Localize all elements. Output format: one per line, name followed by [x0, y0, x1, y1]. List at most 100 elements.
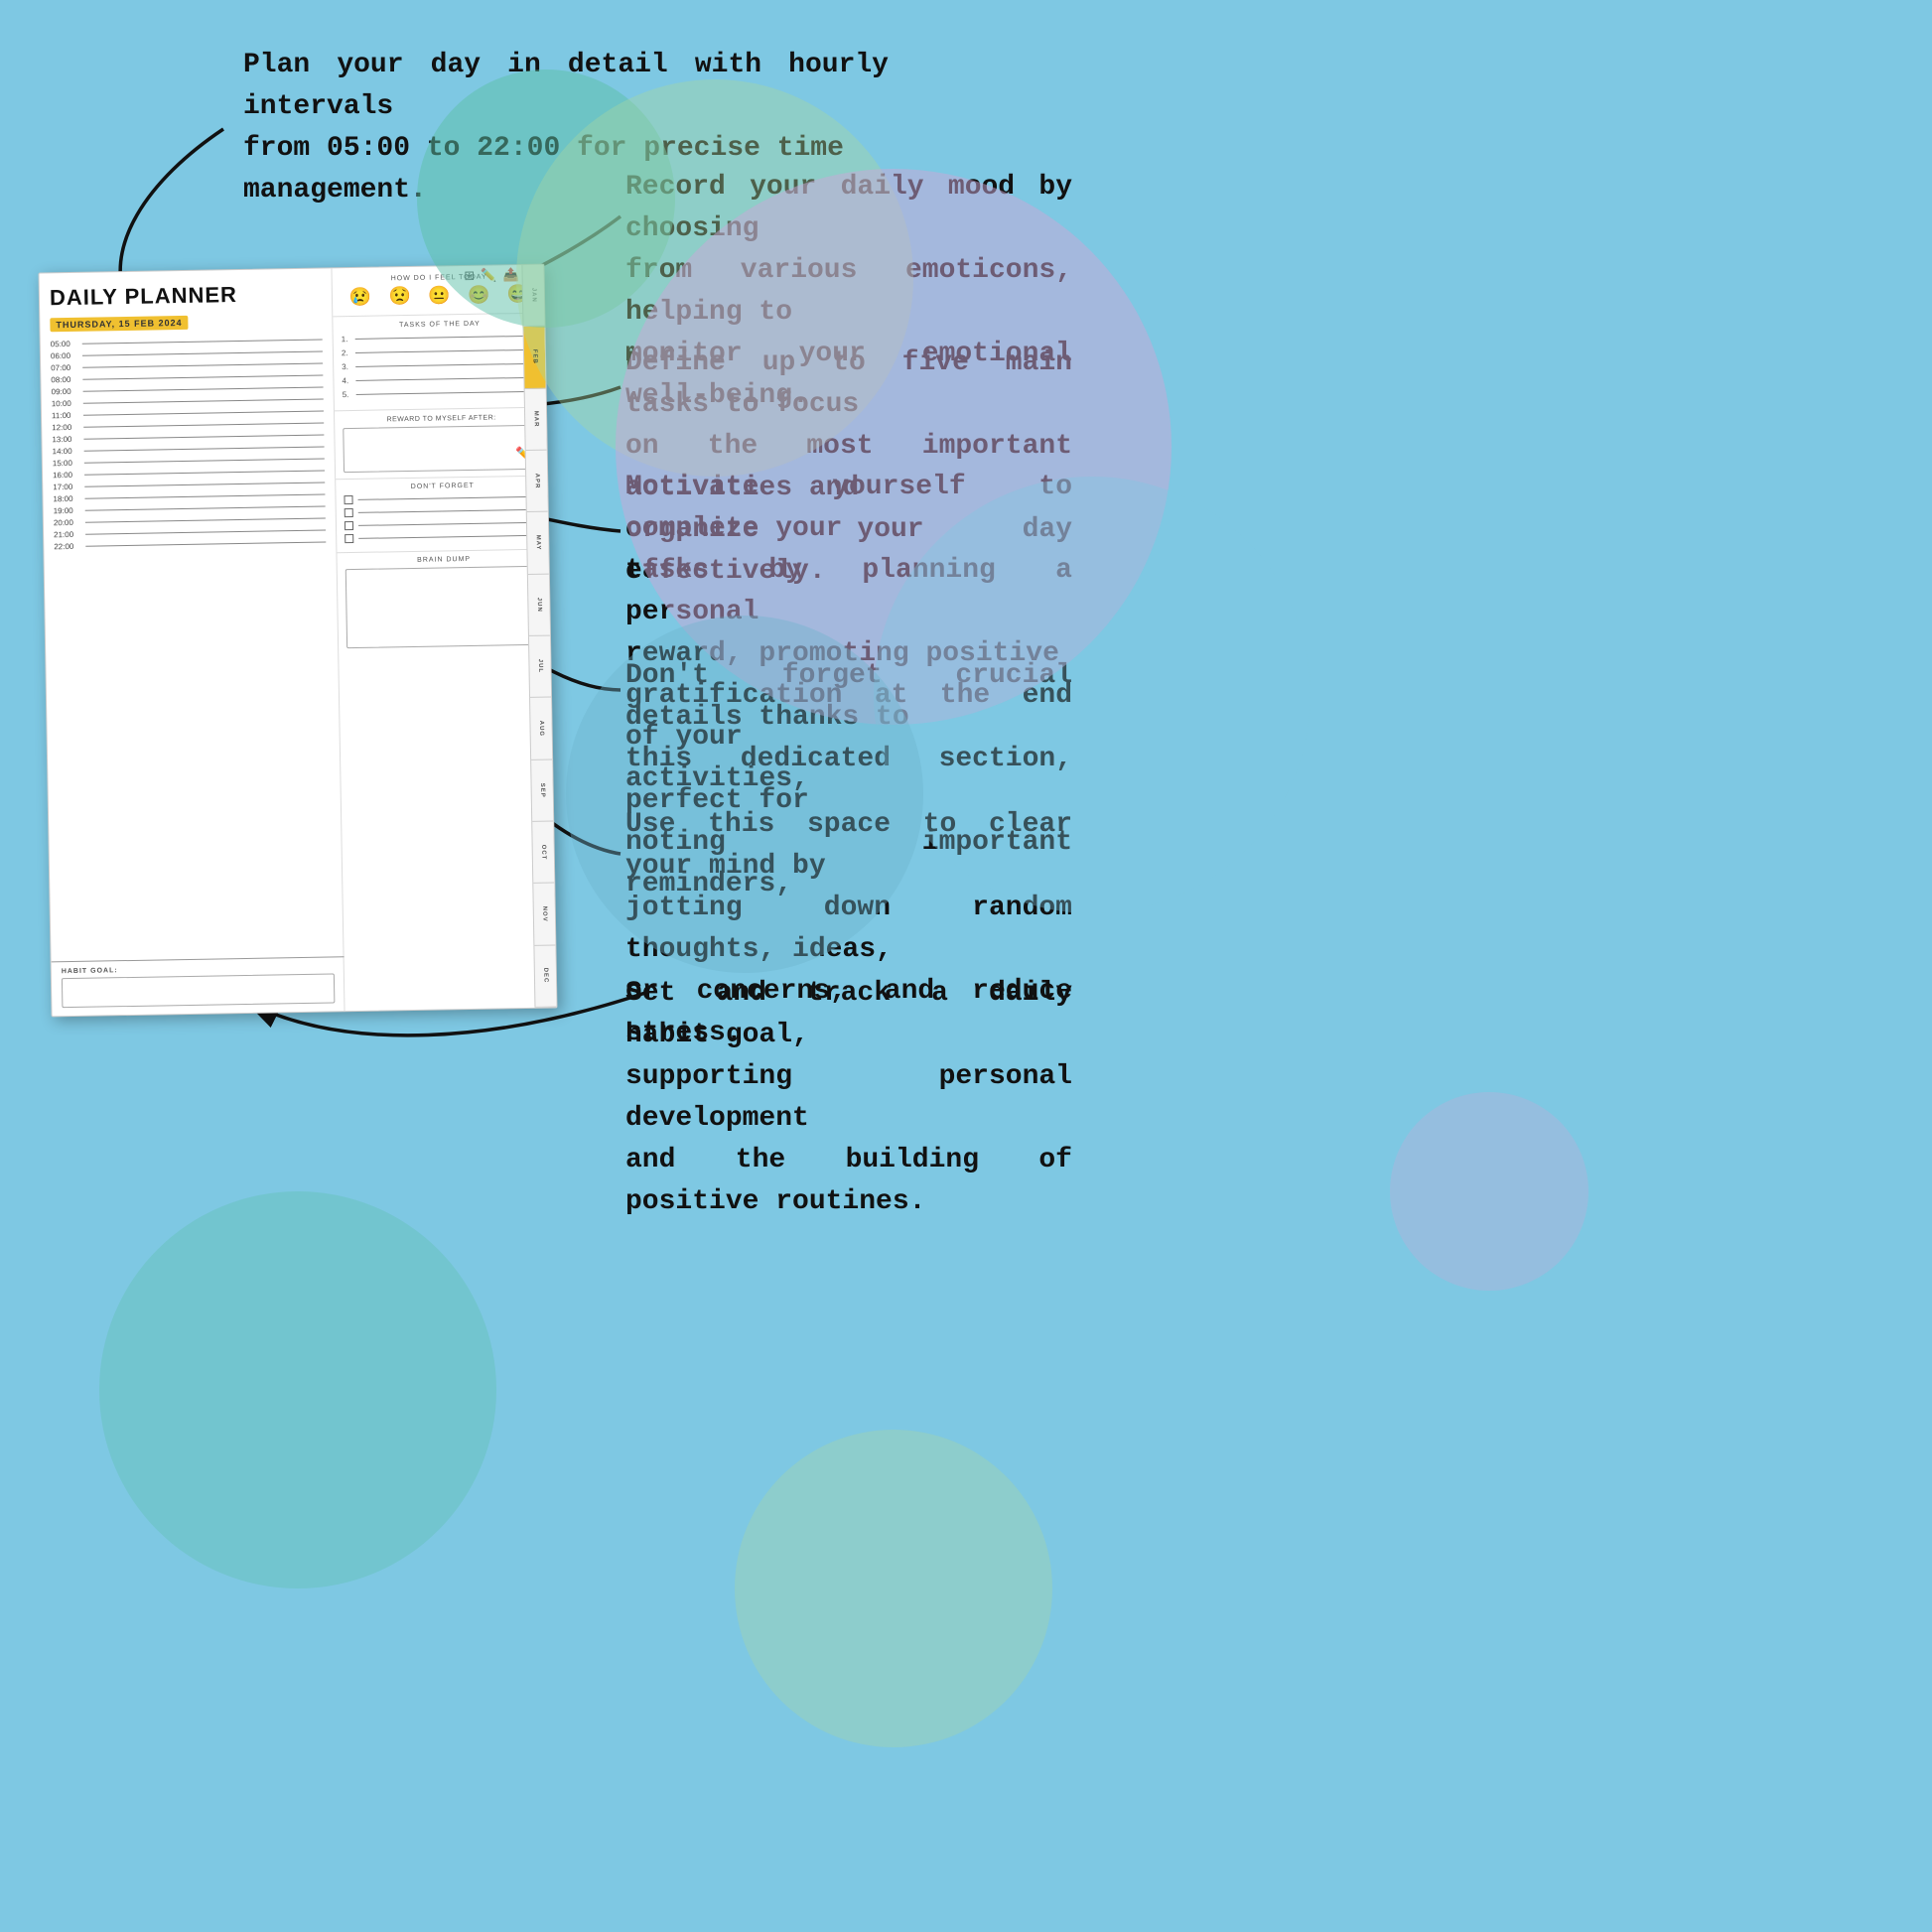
- month-tab-sep[interactable]: SEP: [531, 759, 553, 822]
- time-line: [84, 471, 325, 476]
- time-line: [85, 529, 326, 534]
- time-label: 12:00: [52, 423, 83, 433]
- month-tab-aug[interactable]: AUG: [530, 698, 552, 760]
- checkbox-line: [358, 535, 542, 539]
- time-label: 20:00: [54, 518, 85, 528]
- month-tab-oct[interactable]: OCT: [532, 821, 554, 884]
- task-line: [355, 336, 539, 340]
- task-item[interactable]: 5.: [343, 387, 540, 399]
- task-line: [355, 349, 539, 353]
- reward-label: REWARD TO MYSELF AFTER:: [343, 414, 540, 424]
- month-tab-jun[interactable]: JUN: [528, 574, 550, 636]
- time-label: 16:00: [53, 471, 84, 481]
- time-line: [84, 483, 325, 487]
- time-label: 10:00: [52, 399, 83, 409]
- month-tab-dec[interactable]: DEC: [534, 945, 556, 1008]
- task-item[interactable]: 3.: [342, 359, 539, 371]
- time-label: 22:00: [54, 542, 85, 552]
- bg-circle: [99, 1191, 496, 1588]
- time-line: [83, 387, 324, 392]
- time-line: [85, 517, 326, 522]
- dontforget-label: DON'T FORGET: [344, 482, 541, 491]
- task-number: 2.: [342, 348, 351, 357]
- month-tab-may[interactable]: MAY: [527, 512, 549, 575]
- dontforget-item[interactable]: [345, 518, 542, 530]
- tasks-section: TASKS OF THE DAY 1.2.3.4.5.: [333, 314, 548, 412]
- time-line: [83, 435, 324, 440]
- time-line: [82, 363, 323, 368]
- planner-left-panel: DAILY PLANNER THURSDAY, 15 FEB 2024 05:0…: [40, 268, 345, 1016]
- reward-section: REWARD TO MYSELF AFTER: ✏️: [335, 408, 549, 481]
- time-label: 17:00: [53, 483, 84, 492]
- task-line: [356, 391, 540, 395]
- time-label: 13:00: [52, 435, 83, 445]
- braindump-box[interactable]: [345, 566, 544, 648]
- bg-circle: [874, 477, 1311, 913]
- time-label: 14:00: [53, 447, 84, 457]
- checkbox-line: [358, 496, 542, 500]
- dontforget-section: DON'T FORGET: [336, 477, 550, 554]
- mood-icon[interactable]: 😐: [428, 285, 451, 306]
- task-list: 1. 2. 3. 4. 5.: [342, 332, 540, 399]
- month-tab-apr[interactable]: APR: [526, 451, 548, 513]
- time-label: 11:00: [52, 411, 83, 421]
- time-slot: 15:00: [53, 455, 325, 469]
- dontforget-item[interactable]: [345, 531, 542, 543]
- task-number: 4.: [342, 376, 351, 385]
- task-item[interactable]: 2.: [342, 345, 539, 357]
- month-tab-jul[interactable]: JUL: [529, 636, 551, 699]
- braindump-label: BRAIN DUMP: [345, 555, 543, 565]
- time-label: 15:00: [53, 459, 84, 469]
- month-tab-mar[interactable]: MAR: [525, 388, 547, 451]
- bg-circle: [1390, 1092, 1588, 1291]
- habit-goal-section: HABIT GOAL:: [52, 956, 345, 1016]
- time-label: 21:00: [54, 530, 85, 540]
- time-label: 18:00: [53, 494, 84, 504]
- time-line: [84, 493, 325, 498]
- braindump-section: BRAIN DUMP: [337, 550, 552, 654]
- task-line: [355, 363, 539, 367]
- time-label: 06:00: [51, 351, 82, 361]
- time-line: [85, 541, 326, 546]
- time-line: [82, 340, 323, 345]
- planner-card: ⊞ ✏️ 📤 DAILY PLANNER THURSDAY, 15 FEB 20…: [38, 264, 557, 1018]
- time-line: [84, 447, 325, 452]
- time-label: 19:00: [54, 506, 85, 516]
- time-slots: 05:00 06:00 07:00 08:00 09:00 10:00 11:00 12:00…: [51, 336, 327, 552]
- checkbox-line: [358, 522, 542, 526]
- mood-icon[interactable]: 😢: [348, 287, 371, 308]
- month-tab-nov[interactable]: NOV: [533, 884, 555, 946]
- habit-goal-box[interactable]: [62, 973, 335, 1008]
- checkbox-line: [358, 509, 542, 513]
- task-number: 3.: [342, 362, 351, 371]
- time-line: [82, 375, 323, 380]
- task-item[interactable]: 4.: [342, 373, 539, 385]
- time-label: 09:00: [52, 387, 83, 397]
- checkbox[interactable]: [345, 521, 353, 530]
- checkbox[interactable]: [345, 534, 353, 543]
- time-line: [84, 459, 325, 464]
- time-line: [82, 351, 323, 356]
- task-number: 1.: [342, 335, 351, 344]
- time-line: [83, 423, 324, 428]
- time-slot: 07:00: [51, 359, 323, 373]
- checkbox[interactable]: [344, 495, 352, 504]
- time-label: 07:00: [51, 363, 82, 373]
- bg-circle: [566, 616, 923, 973]
- planner-date: THURSDAY, 15 FEB 2024: [50, 316, 188, 332]
- reward-box[interactable]: ✏️: [343, 425, 541, 473]
- time-line: [83, 411, 324, 416]
- task-line: [355, 377, 539, 381]
- time-label: 08:00: [51, 375, 82, 385]
- planner-title: DAILY PLANNER: [50, 281, 322, 312]
- checkbox[interactable]: [345, 508, 353, 517]
- dontforget-item[interactable]: [345, 505, 542, 517]
- time-line: [83, 399, 324, 404]
- dontforget-item[interactable]: [344, 492, 541, 504]
- time-slot: 22:00: [54, 537, 326, 551]
- mood-icon[interactable]: 😟: [388, 286, 411, 307]
- time-label: 05:00: [51, 340, 82, 349]
- task-number: 5.: [343, 390, 352, 399]
- task-item[interactable]: 1.: [342, 332, 539, 344]
- time-line: [85, 505, 326, 510]
